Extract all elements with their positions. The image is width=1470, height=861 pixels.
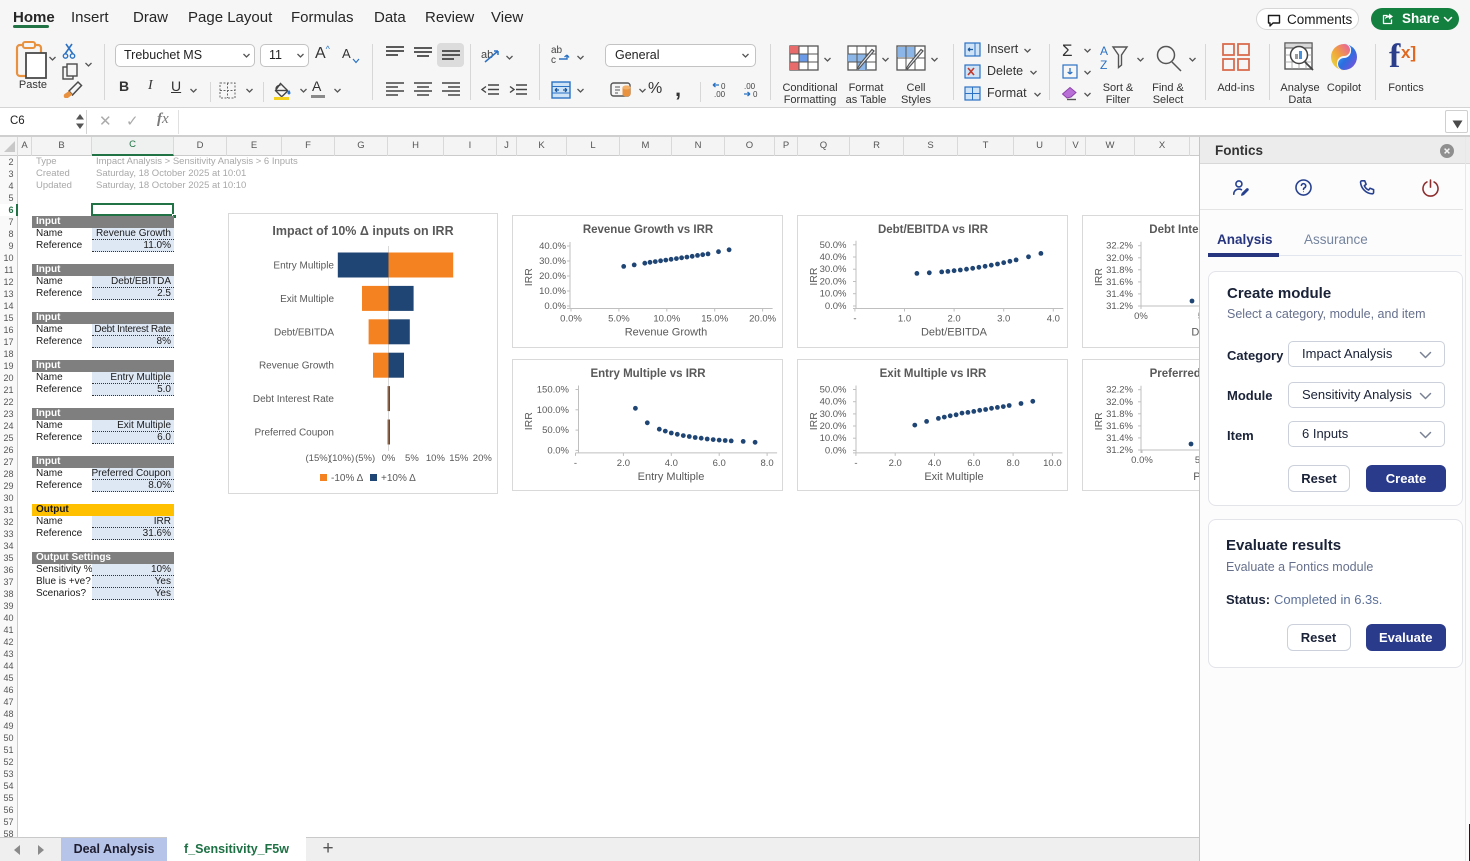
svg-text:5%: 5% xyxy=(405,453,419,464)
svg-text:-: - xyxy=(854,458,857,469)
svg-text:4.0: 4.0 xyxy=(1047,314,1060,325)
svg-text:0%: 0% xyxy=(382,453,396,464)
svg-text:10.0%: 10.0% xyxy=(820,433,847,444)
svg-text:6.0: 6.0 xyxy=(967,458,980,469)
svg-text:Impact of 10% Δ inputs on IRR: Impact of 10% Δ inputs on IRR xyxy=(272,224,453,238)
svg-text:4.0: 4.0 xyxy=(665,458,678,469)
svg-text:31.4%: 31.4% xyxy=(1106,433,1133,444)
svg-text:31.2%: 31.2% xyxy=(1106,445,1133,456)
svg-text:A: A xyxy=(1100,44,1108,58)
svg-text:.00: .00 xyxy=(714,90,726,99)
svg-text:0.0%: 0.0% xyxy=(547,445,569,456)
svg-text:IRR: IRR xyxy=(808,412,820,431)
svg-text:31.8%: 31.8% xyxy=(1106,409,1133,420)
svg-text:Preferred Coupon vs IRR: Preferred Coupon vs IRR xyxy=(1150,368,1199,380)
svg-text:15%: 15% xyxy=(449,453,469,464)
svg-text:6.0: 6.0 xyxy=(713,458,726,469)
svg-text:Exit Multiple: Exit Multiple xyxy=(924,471,983,483)
svg-text:31.4%: 31.4% xyxy=(1106,289,1133,300)
svg-text:31.6%: 31.6% xyxy=(1106,421,1133,432)
svg-text:20.0%: 20.0% xyxy=(749,314,776,325)
svg-text:Preferred Coupon: Preferred Coupon xyxy=(255,428,335,439)
svg-text:0%: 0% xyxy=(1134,311,1148,322)
svg-text:0.0%: 0.0% xyxy=(825,445,847,456)
svg-text:-10% Δ: -10% Δ xyxy=(331,473,364,484)
svg-text:-: - xyxy=(574,458,577,469)
svg-text:(5%): (5%) xyxy=(355,453,375,464)
svg-text:20%: 20% xyxy=(473,453,493,464)
svg-text:IRR: IRR xyxy=(1093,268,1105,287)
svg-text:0.0%: 0.0% xyxy=(1131,455,1153,466)
svg-text:-: - xyxy=(853,314,856,325)
svg-text:8.0: 8.0 xyxy=(760,458,773,469)
svg-text:50.0%: 50.0% xyxy=(820,240,847,251)
svg-text:2.0: 2.0 xyxy=(889,458,902,469)
svg-text:Debt Interest Rate vs IRR: Debt Interest Rate vs IRR xyxy=(1149,224,1199,236)
svg-text:5.0%: 5.0% xyxy=(608,314,630,325)
svg-text:0: 0 xyxy=(753,90,758,99)
svg-text:150.0%: 150.0% xyxy=(537,385,570,396)
svg-text:IRR: IRR xyxy=(523,412,535,431)
svg-text:(10%): (10%) xyxy=(329,453,354,464)
svg-text:0.0%: 0.0% xyxy=(825,301,847,312)
svg-text:31.2%: 31.2% xyxy=(1106,301,1133,312)
svg-text:50.0%: 50.0% xyxy=(542,425,569,436)
svg-text:IRR: IRR xyxy=(523,268,535,287)
svg-text:Revenue Growth: Revenue Growth xyxy=(625,327,708,339)
svg-text:0.0%: 0.0% xyxy=(560,314,582,325)
svg-text:2.0: 2.0 xyxy=(947,314,960,325)
svg-text:Debt/EBITDA: Debt/EBITDA xyxy=(921,327,988,339)
svg-text:c: c xyxy=(551,55,556,64)
svg-text:Debt/EBITDA vs IRR: Debt/EBITDA vs IRR xyxy=(878,224,989,236)
svg-text:Debt Interest Rate: Debt Interest Rate xyxy=(1191,327,1199,339)
svg-text:IRR: IRR xyxy=(1093,412,1105,431)
svg-text:IRR: IRR xyxy=(808,267,820,286)
svg-text:10.0: 10.0 xyxy=(1043,458,1062,469)
svg-text:30.0%: 30.0% xyxy=(539,256,566,267)
svg-text:Entry Multiple: Entry Multiple xyxy=(638,471,705,483)
svg-text:32.0%: 32.0% xyxy=(1106,253,1133,264)
svg-text:32.2%: 32.2% xyxy=(1106,241,1133,252)
svg-text:20.0%: 20.0% xyxy=(820,421,847,432)
svg-text:Entry Multiple: Entry Multiple xyxy=(273,261,334,272)
svg-text:32.2%: 32.2% xyxy=(1106,385,1133,396)
svg-text:32.0%: 32.0% xyxy=(1106,397,1133,408)
svg-text:10.0%: 10.0% xyxy=(539,286,566,297)
svg-text:Debt Interest Rate: Debt Interest Rate xyxy=(253,394,335,405)
svg-text:0.0%: 0.0% xyxy=(544,301,566,312)
svg-text:40.0%: 40.0% xyxy=(820,397,847,408)
svg-text:30.0%: 30.0% xyxy=(820,264,847,275)
svg-text:40.0%: 40.0% xyxy=(820,252,847,263)
svg-text:31.6%: 31.6% xyxy=(1106,277,1133,288)
svg-text:ab: ab xyxy=(481,49,493,61)
svg-text:50.0%: 50.0% xyxy=(820,385,847,396)
svg-text:Revenue Growth vs IRR: Revenue Growth vs IRR xyxy=(583,224,714,236)
svg-text:10.0%: 10.0% xyxy=(653,314,680,325)
svg-text:31.8%: 31.8% xyxy=(1106,265,1133,276)
svg-text:10.0%: 10.0% xyxy=(820,289,847,300)
svg-text:3.0: 3.0 xyxy=(997,314,1010,325)
svg-text:100.0%: 100.0% xyxy=(537,405,570,416)
svg-text:10%: 10% xyxy=(426,453,446,464)
svg-text:30.0%: 30.0% xyxy=(820,409,847,420)
svg-text:20.0%: 20.0% xyxy=(820,277,847,288)
svg-text:Exit Multiple: Exit Multiple xyxy=(280,294,334,305)
svg-text:40.0%: 40.0% xyxy=(539,241,566,252)
svg-text:2.0: 2.0 xyxy=(617,458,630,469)
svg-text:Revenue Growth: Revenue Growth xyxy=(259,361,334,372)
svg-text:Exit Multiple vs IRR: Exit Multiple vs IRR xyxy=(880,368,987,380)
svg-text:8.0: 8.0 xyxy=(1006,458,1019,469)
svg-text:Z: Z xyxy=(1100,58,1107,72)
svg-text:+10% Δ: +10% Δ xyxy=(381,473,416,484)
svg-text:(15%): (15%) xyxy=(306,453,331,464)
svg-text:4.0: 4.0 xyxy=(928,458,941,469)
svg-text:1.0: 1.0 xyxy=(898,314,911,325)
svg-text:15.0%: 15.0% xyxy=(701,314,728,325)
svg-text:Entry Multiple vs IRR: Entry Multiple vs IRR xyxy=(590,368,706,380)
svg-text:Debt/EBITDA: Debt/EBITDA xyxy=(274,327,334,338)
svg-text:20.0%: 20.0% xyxy=(539,271,566,282)
